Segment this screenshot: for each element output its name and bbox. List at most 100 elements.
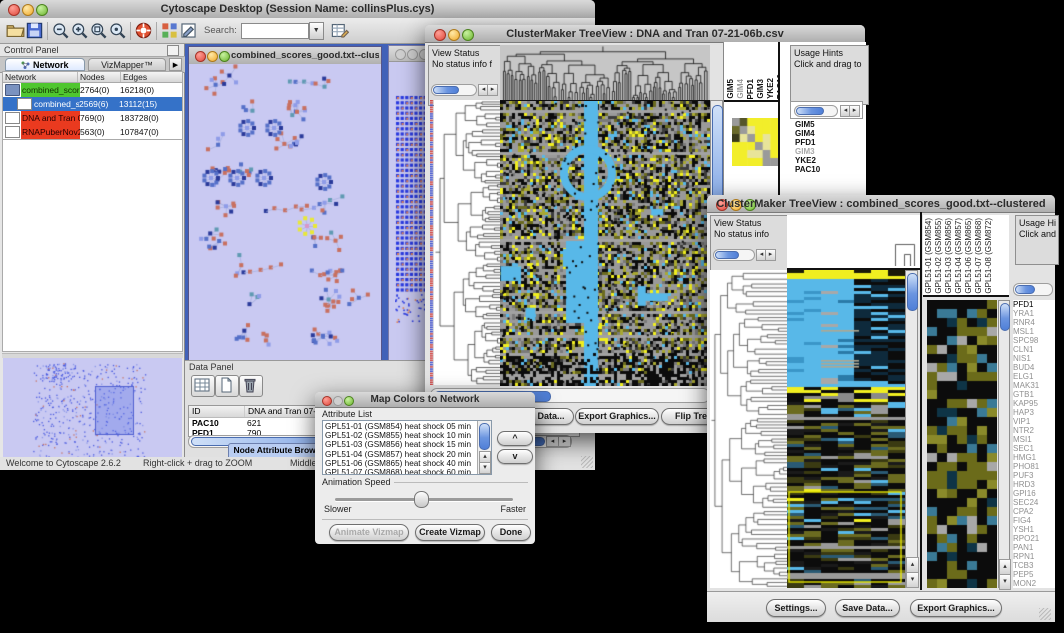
scroll-down-icon[interactable]: ▾: [479, 462, 491, 474]
attribute-list-item[interactable]: GPL51-06 (GSM865) heat shock 40 min: [325, 459, 489, 468]
attribute-list-item[interactable]: GPL51-02 (GSM855) heat shock 10 min: [325, 431, 489, 440]
search-input[interactable]: [241, 23, 309, 39]
usage-hscroll[interactable]: [1013, 283, 1053, 296]
network-frame1-titlebar[interactable]: combined_scores_good.txt--cluste...: [189, 47, 381, 65]
animate-vizmap-button[interactable]: Animate Vizmap: [329, 524, 409, 541]
scrollbar-thumb[interactable]: [715, 251, 739, 259]
dialog-titlebar[interactable]: Map Colors to Network: [315, 392, 535, 408]
column-label[interactable]: GPL51-08 (GSM872): [984, 218, 993, 294]
done-button[interactable]: Done: [491, 524, 531, 541]
network-table-row[interactable]: combined_sco 2569(6) 13112(15): [3, 97, 182, 111]
scroll-down-icon[interactable]: ▾: [999, 574, 1011, 590]
gene-label[interactable]: PAC10: [795, 165, 835, 174]
cluster-matrix-canvas[interactable]: [732, 118, 778, 166]
gene-label[interactable]: MSI1: [1013, 435, 1055, 444]
export-graphics-button[interactable]: Export Graphics...: [910, 599, 1002, 617]
annotation-icon[interactable]: [179, 21, 198, 40]
scrollbar-thumb[interactable]: [796, 107, 824, 115]
scrollbar-thumb[interactable]: [1015, 285, 1035, 294]
gene-label[interactable]: TCB3: [1013, 561, 1055, 570]
zoom-heatmap-canvas[interactable]: [927, 300, 997, 588]
heatmap-canvas[interactable]: [500, 100, 710, 386]
gene-label[interactable]: YRA1: [1013, 309, 1055, 318]
gene-label[interactable]: BUD4: [1013, 363, 1055, 372]
network-graph-canvas[interactable]: [189, 64, 381, 367]
scrollbar-thumb[interactable]: [1000, 303, 1010, 331]
column-dendrogram-canvas[interactable]: [500, 45, 710, 101]
view-status-hscroll[interactable]: [713, 249, 755, 261]
vizmapper-grid-icon[interactable]: [160, 21, 179, 40]
close-icon[interactable]: [195, 51, 206, 62]
network-table-row[interactable]: combined_scores 2764(0) 16218(0): [3, 83, 182, 97]
scrollbar-thumb[interactable]: [907, 273, 918, 311]
gene-label[interactable]: GPI16: [1013, 489, 1055, 498]
network-table-row[interactable]: RNAPuberNov2+ 563(0) 107847(0): [3, 125, 182, 139]
column-label[interactable]: GPL51-02 (GSM855): [934, 218, 943, 294]
treeview1-titlebar[interactable]: ClusterMaker TreeView : DNA and Tran 07-…: [425, 25, 865, 43]
tab-network[interactable]: Network: [5, 58, 85, 71]
attribute-list-item[interactable]: GPL51-04 (GSM857) heat shock 20 min: [325, 450, 489, 459]
gene-label[interactable]: HMG1: [1013, 453, 1055, 462]
table-grid-icon[interactable]: [191, 375, 215, 397]
gene-label[interactable]: MAK31: [1013, 381, 1055, 390]
scroll-down-icon[interactable]: ▾: [906, 572, 919, 588]
float-panel-icon[interactable]: [167, 45, 179, 56]
scrollbar-thumb[interactable]: [433, 86, 459, 94]
gene-label[interactable]: SPC98: [1013, 336, 1055, 345]
dense-network-canvas[interactable]: [395, 94, 429, 324]
network-table-row[interactable]: DNA and Tran 07 769(0) 183728(0): [3, 111, 182, 125]
column-label[interactable]: GPL51-03 (GSM856): [944, 218, 953, 294]
attribute-list-item[interactable]: GPL51-03 (GSM856) heat shock 15 min: [325, 440, 489, 449]
heatmap-canvas[interactable]: [787, 270, 905, 588]
gene-label[interactable]: YKE2: [795, 156, 835, 165]
gene-label[interactable]: FIG4: [1013, 516, 1055, 525]
zoom-selected-icon[interactable]: [108, 21, 127, 40]
usage-hscroll[interactable]: [794, 105, 838, 117]
attribute-list-item[interactable]: GPL51-01 (GSM854) heat shock 05 min: [325, 422, 489, 431]
column-label[interactable]: PFD1: [746, 79, 755, 99]
zoom-out-icon[interactable]: [51, 21, 70, 40]
gene-label[interactable]: PFD1: [795, 138, 835, 147]
gene-label[interactable]: RNR4: [1013, 318, 1055, 327]
column-label[interactable]: GPL51-06 (GSM865): [964, 218, 973, 294]
gene-label[interactable]: NTR2: [1013, 426, 1055, 435]
attribute-list-item[interactable]: GPL51-07 (GSM868) heat shock 60 min: [325, 468, 489, 475]
column-label[interactable]: GPL51-04 (GSM857): [954, 218, 963, 294]
gene-label[interactable]: GTB1: [1013, 390, 1055, 399]
gene-label[interactable]: MON2: [1013, 579, 1055, 588]
gene-label[interactable]: PFD1: [1013, 300, 1055, 309]
main-titlebar[interactable]: Cytoscape Desktop (Session Name: collins…: [0, 0, 595, 19]
gene-label[interactable]: GIM4: [795, 129, 835, 138]
network-overview-canvas[interactable]: [3, 358, 182, 464]
gene-label[interactable]: KAP95: [1013, 399, 1055, 408]
gene-label[interactable]: SEC1: [1013, 444, 1055, 453]
scroll-right-icon[interactable]: ▸: [487, 84, 498, 96]
resize-grip[interactable]: [581, 456, 593, 468]
treeview2-titlebar[interactable]: ClusterMaker TreeView : combined_scores_…: [707, 195, 1055, 213]
gene-label[interactable]: HRD3: [1013, 480, 1055, 489]
gene-label[interactable]: YSH1: [1013, 525, 1055, 534]
scrollbar-thumb[interactable]: [479, 423, 490, 450]
attribute-table-icon[interactable]: [330, 21, 349, 40]
scroll-right-icon[interactable]: ▸: [765, 249, 776, 261]
column-label[interactable]: GPL51-07 (GSM868): [974, 218, 983, 294]
help-lifering-icon[interactable]: [134, 21, 153, 40]
scroll-right-icon[interactable]: ▸: [558, 436, 571, 447]
scroll-up-icon[interactable]: ▴: [999, 559, 1011, 575]
view-status-hscroll[interactable]: [431, 84, 477, 96]
column-label[interactable]: GIM4: [736, 79, 745, 99]
column-label[interactable]: GPL51-01 (GSM854): [924, 218, 933, 294]
move-down-button[interactable]: v: [497, 449, 533, 464]
gene-label[interactable]: PUF3: [1013, 471, 1055, 480]
settings-button[interactable]: Settings...: [766, 599, 826, 617]
open-folder-icon[interactable]: [6, 21, 25, 40]
resize-grip[interactable]: [1039, 608, 1051, 620]
minimize-icon[interactable]: [407, 49, 418, 60]
zoom-in-icon[interactable]: [70, 21, 89, 40]
gene-label[interactable]: GIM3: [795, 147, 835, 156]
gene-label[interactable]: CPA2: [1013, 507, 1055, 516]
save-icon[interactable]: [25, 21, 44, 40]
gene-list-vscrollbar[interactable]: ▴ ▾: [998, 300, 1010, 588]
row-dendrogram-canvas[interactable]: [710, 270, 787, 588]
scroll-up-icon[interactable]: ▴: [906, 557, 919, 573]
